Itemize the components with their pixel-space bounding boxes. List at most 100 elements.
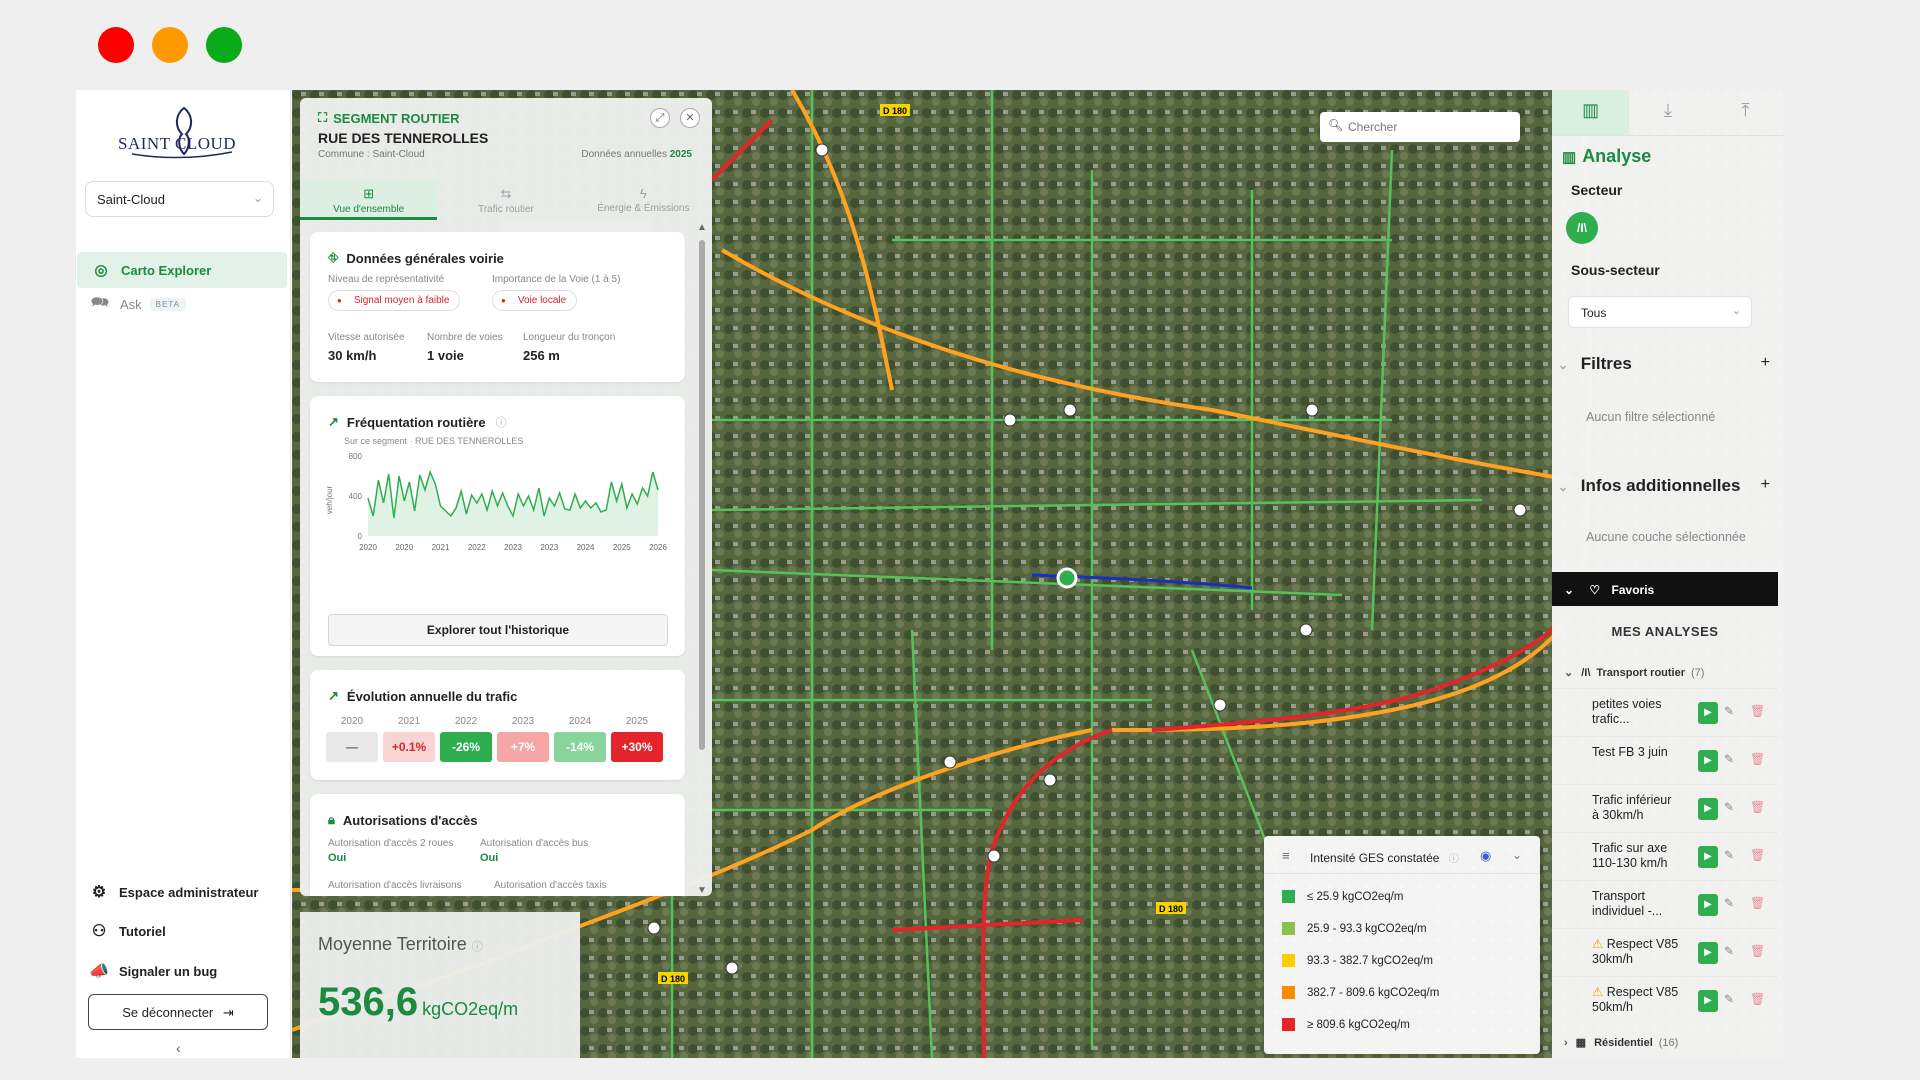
eye-icon[interactable]: ◉ [1480,848,1491,864]
play-icon[interactable]: ▶ [1698,846,1718,868]
group-count: (7) [1691,666,1705,679]
add-layer-icon[interactable]: + [1761,476,1770,494]
average-value: 536,6 [318,980,419,1024]
map-legend: ≡ Intensité GES constatée ⓘ ◉ ⌄ ≤ 25.9 k… [1264,836,1540,1054]
left-sidebar: SAINT CLOUD Saint-Cloud ⌄ ◎ Carto Explor… [76,90,291,1058]
access-2roues-label: Autorisation d'accès 2 roues [328,838,454,849]
x-tick-label: 2020 [395,543,413,552]
delete-icon[interactable]: 🗑︎ [1750,992,1765,1006]
chart-icon[interactable]: ▥ [1552,90,1630,135]
infos-title: Infos additionnelles [1580,476,1741,495]
menu-icon[interactable]: ≡ [1282,848,1290,863]
gear-icon: ⚙ [91,884,107,901]
group-transport-routier[interactable]: ⌄ /I\ Transport routier (7) [1564,666,1705,680]
play-icon[interactable]: ▶ [1698,990,1718,1012]
delete-icon[interactable]: 🗑︎ [1750,704,1765,718]
expand-icon[interactable]: ⤢ [650,108,670,128]
minimize-window-button[interactable] [152,27,188,63]
logout-icon: ⇥ [222,1005,234,1020]
delete-icon[interactable]: 🗑︎ [1750,848,1765,862]
nav-admin[interactable]: ⚙ Espace administrateur [88,882,259,902]
edit-icon[interactable]: ✎ [1724,992,1734,1006]
my-analyses-heading: MES ANALYSES [1611,624,1719,639]
info-icon[interactable]: ⓘ [472,941,483,953]
analysis-row[interactable]: petites voies trafic... ▶ ✎ 🗑︎ [1552,688,1778,736]
delete-icon[interactable]: 🗑︎ [1750,752,1765,766]
general-data-card: ⛗ Données générales voirie Niveau de repr… [310,232,685,382]
nav-item-ask[interactable]: 🗪 Ask BETA [76,286,287,322]
segment-body: ⛗ Données générales voirie Niveau de repr… [300,222,712,896]
upload-icon[interactable]: ⤒ [1707,90,1784,135]
tab-energy[interactable]: ϟ Énergie & Émissions [575,180,712,220]
road-transport-sector-button[interactable]: /I\ [1566,212,1598,244]
edit-icon[interactable]: ✎ [1724,896,1734,910]
close-window-button[interactable] [98,27,134,63]
tab-overview[interactable]: ⊞ Vue d'ensemble [300,180,438,220]
play-icon[interactable]: ▶ [1698,702,1718,724]
sous-secteur-select[interactable]: Tous ⌄ [1568,296,1752,328]
collapse-sidebar-button[interactable]: ‹ [176,1040,181,1056]
download-icon[interactable]: ⤓ [1629,90,1706,135]
edit-icon[interactable]: ✎ [1724,800,1734,814]
rep-pill: Signal moyen à faible [328,290,461,311]
maximize-window-button[interactable] [206,27,242,63]
evolution-value: +0.1% [383,732,435,762]
map-search-input[interactable]: 🔍︎ Chercher [1320,112,1520,142]
play-icon[interactable]: ▶ [1698,750,1718,772]
play-icon[interactable]: ▶ [1698,894,1718,916]
trend-icon: ↗ [328,414,339,429]
commune-select[interactable]: Saint-Cloud ⌄ [85,181,274,217]
filters-section[interactable]: ⌄ Filtres + [1558,354,1772,374]
analysis-row[interactable]: ⚠ Respect V85 50km/h ▶ ✎ 🗑︎ [1552,976,1778,1024]
delete-icon[interactable]: 🗑︎ [1750,896,1765,910]
legend-item: ≥ 809.6 kgCO2eq/m [1282,1018,1410,1031]
play-icon[interactable]: ▶ [1698,798,1718,820]
scroll-down-icon[interactable]: ▼ [697,885,707,896]
infos-section[interactable]: ⌄ Infos additionnelles + [1558,476,1772,496]
edit-icon[interactable]: ✎ [1724,752,1734,766]
play-icon[interactable]: ▶ [1698,942,1718,964]
delete-icon[interactable]: 🗑︎ [1750,944,1765,958]
nav-tutoriel-label: Tutoriel [119,923,166,939]
freq-subtitle: Sur ce segment · RUE DES TENNEROLLES [344,436,524,446]
edit-icon[interactable]: ✎ [1724,704,1734,718]
legend-swatch [1282,986,1295,999]
close-icon[interactable]: ✕ [680,108,700,128]
nav-tutoriel[interactable]: ⚇ Tutoriel [88,921,166,941]
favorites-bar[interactable]: ⌄ ♡ Favoris [1552,572,1778,606]
x-tick-label: 2025 [613,543,631,552]
scroll-thumb[interactable] [699,240,705,750]
info-icon[interactable]: ⓘ [1449,854,1459,865]
analysis-row[interactable]: Trafic sur axe 110-130 km/h ▶ ✎ 🗑︎ [1552,832,1778,880]
edit-icon[interactable]: ✎ [1724,944,1734,958]
explore-history-button[interactable]: Explorer tout l'historique [328,614,668,646]
tab-traffic[interactable]: ⇆ Trafic routier [437,180,574,220]
legend-swatch [1282,890,1295,903]
scroll-up-icon[interactable]: ▲ [697,222,707,233]
group-residentiel[interactable]: › ▦ Résidentiel (16) [1564,1036,1678,1050]
analysis-row[interactable]: Test FB 3 juin ▶ ✎ 🗑︎ [1552,736,1778,784]
edit-icon[interactable]: ✎ [1724,848,1734,862]
evolution-value: +7% [497,732,549,762]
nav-item-label: Ask [120,296,142,312]
segment-scrollbar[interactable]: ▲ ▼ [697,222,707,896]
length-label: Longueur du tronçon [523,332,616,343]
flow-icon: ⚇ [91,923,107,940]
analysis-panel: ▥ ⤓ ⤒ ▥ Analyse Secteur /I\ Sous-secteur … [1552,90,1784,1058]
delete-icon[interactable]: 🗑︎ [1750,800,1765,814]
nav-bug[interactable]: 📣 Signaler un bug [88,961,217,981]
analysis-row[interactable]: ⚠ Respect V85 30km/h ▶ ✎ 🗑︎ [1552,928,1778,976]
chevron-down-icon[interactable]: ⌄ [1512,848,1522,862]
segment-marker[interactable] [1056,567,1078,589]
analysis-row[interactable]: Trafic inférieur à 30km/h ▶ ✎ 🗑︎ [1552,784,1778,832]
nav-item-carto-explorer[interactable]: ◎ Carto Explorer [77,252,287,288]
analysis-row[interactable]: Transport individuel -... ▶ ✎ 🗑︎ [1552,880,1778,928]
add-filter-icon[interactable]: + [1761,354,1770,372]
x-tick-label: 2020 [359,543,377,552]
x-tick-label: 2022 [468,543,486,552]
info-icon[interactable]: ⓘ [496,414,507,430]
logout-button[interactable]: Se déconnecter ⇥ [88,994,268,1030]
road-icon: /I\ [1581,666,1591,679]
trend-icon: ↗ [328,688,339,703]
favorites-label: Favoris [1611,583,1655,597]
